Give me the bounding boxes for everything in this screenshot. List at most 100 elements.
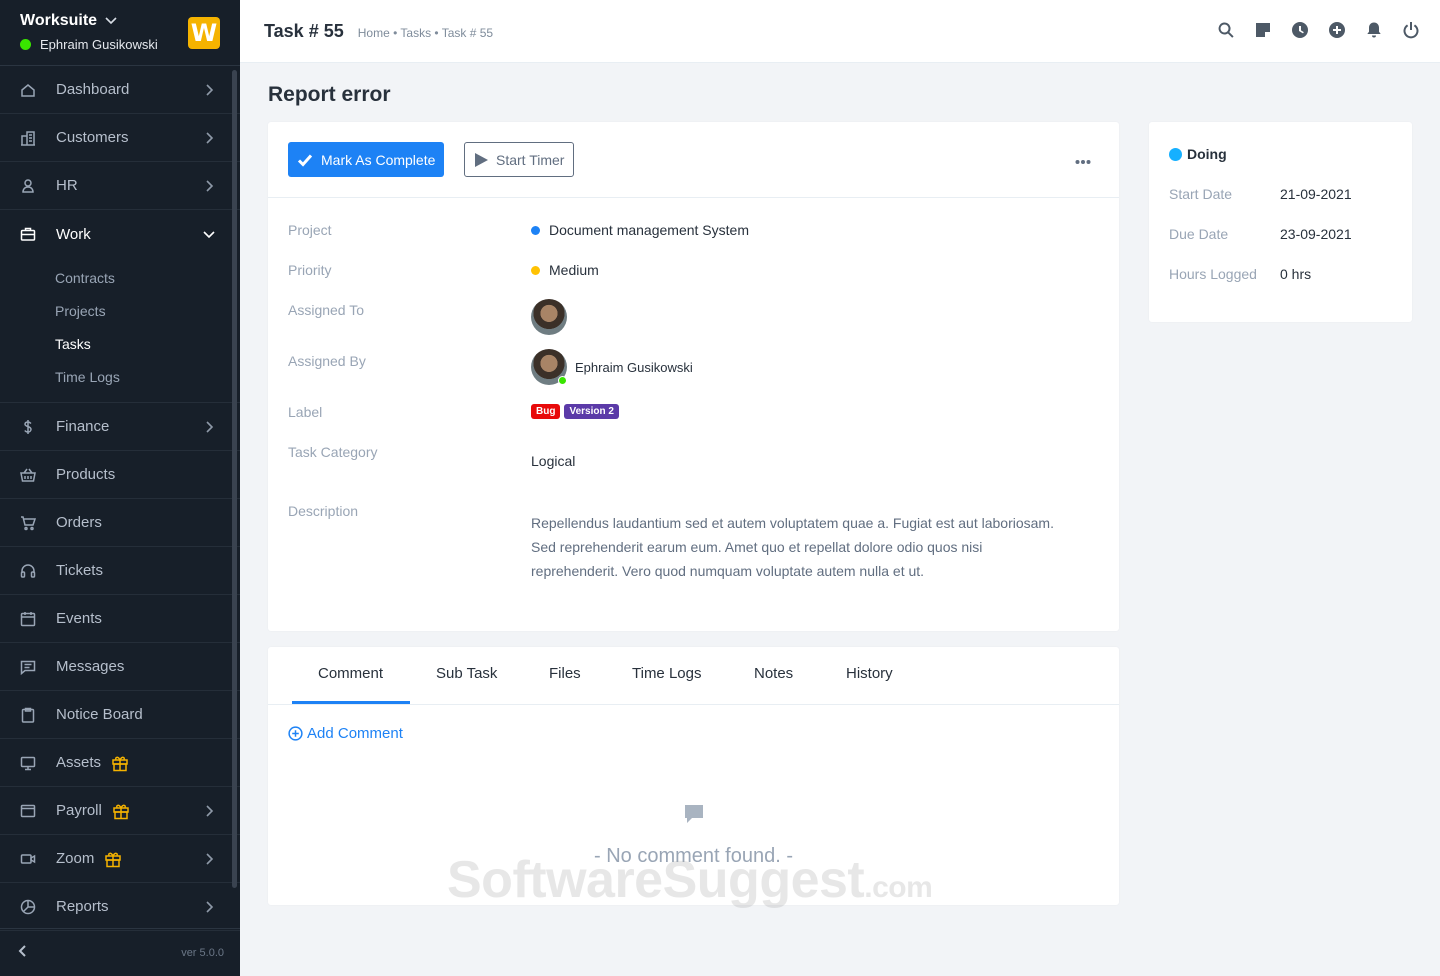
status-color-dot	[1169, 147, 1182, 161]
sidebar-item-label: Assets	[56, 754, 102, 771]
submenu-item-projects[interactable]: Projects	[0, 295, 240, 328]
sidebar-item-finance[interactable]: Finance	[0, 403, 240, 451]
field-value: Medium	[531, 262, 599, 278]
watermark-main: SoftwareSuggest	[447, 851, 865, 909]
sidebar-item-zoom[interactable]: Zoom	[0, 835, 240, 883]
field-label: Task Category	[288, 444, 378, 460]
add-comment-label: Add Comment	[307, 725, 403, 742]
field-label: Assigned To	[288, 302, 365, 318]
sidebar-footer: ver 5.0.0	[0, 928, 240, 976]
collapse-sidebar-icon[interactable]	[16, 944, 30, 961]
clock-icon[interactable]	[1291, 21, 1309, 39]
submenu-item-time-logs[interactable]: Time Logs	[0, 361, 240, 394]
gift-icon	[104, 850, 122, 868]
watermark: SoftwareSuggest.com	[447, 850, 933, 910]
sidebar-item-tickets[interactable]: Tickets	[0, 547, 240, 595]
camera-icon	[20, 851, 36, 867]
sidebar-item-messages[interactable]: Messages	[0, 643, 240, 691]
hours-logged-value: 0 hrs	[1280, 266, 1312, 282]
sidebar-item-products[interactable]: Products	[0, 451, 240, 499]
sidebar-item-payroll[interactable]: Payroll	[0, 787, 240, 835]
due-date-value: 23-09-2021	[1280, 226, 1352, 242]
mark-complete-label: Mark As Complete	[321, 151, 436, 168]
work-submenu: Contracts Projects Tasks Time Logs	[0, 258, 240, 403]
tab-sub-task[interactable]: Sub Task	[436, 665, 497, 682]
house-icon	[20, 82, 36, 98]
hours-logged-label: Hours Logged	[1169, 266, 1257, 282]
task-status-card: Doing Start Date 21-09-2021 Due Date 23-…	[1149, 122, 1412, 322]
project-color-dot	[531, 225, 540, 235]
plus-circle-icon[interactable]	[1328, 21, 1346, 39]
tab-time-logs[interactable]: Time Logs	[632, 665, 701, 682]
sidebar-item-reports[interactable]: Reports	[0, 883, 240, 931]
submenu-item-tasks[interactable]: Tasks	[0, 328, 240, 361]
check-icon	[297, 154, 313, 167]
sidebar-item-assets[interactable]: Assets	[0, 739, 240, 787]
tab-notes[interactable]: Notes	[754, 665, 793, 682]
chevron-right-icon	[202, 131, 216, 145]
field-label: Project	[288, 222, 332, 238]
sidebar-nav-more: Finance Products Orders Tickets Events M…	[0, 403, 240, 931]
task-heading: Report error	[268, 83, 391, 106]
label-badge-version: Version 2	[564, 404, 619, 419]
sidebar-item-hr[interactable]: HR	[0, 162, 240, 210]
sidebar-item-dashboard[interactable]: Dashboard	[0, 66, 240, 114]
sidebar: Worksuite Ephraim Gusikowski W Dashboard…	[0, 0, 240, 976]
sidebar-item-label: Payroll	[56, 802, 102, 819]
top-actions	[1217, 21, 1420, 39]
headset-icon	[20, 563, 36, 579]
chevron-right-icon	[202, 83, 216, 97]
watermark-suffix: .com	[864, 871, 933, 904]
cart-icon	[20, 515, 36, 531]
field-label: Description	[288, 503, 359, 519]
sidebar-item-label: HR	[56, 177, 78, 194]
power-icon[interactable]	[1402, 21, 1420, 39]
briefcase-icon	[20, 226, 36, 242]
calendar-icon	[20, 611, 36, 627]
chat-icon	[20, 659, 36, 675]
sidebar-item-notice-board[interactable]: Notice Board	[0, 691, 240, 739]
project-name: Document management System	[549, 222, 749, 238]
chevron-right-icon	[202, 179, 216, 193]
avatar	[531, 349, 567, 385]
tab-comment[interactable]: Comment	[318, 665, 383, 682]
assigner[interactable]: Ephraim Gusikowski	[531, 349, 693, 385]
sticky-note-icon[interactable]	[1254, 21, 1272, 39]
building-icon	[20, 130, 36, 146]
field-value[interactable]: Document management System	[531, 222, 749, 238]
tab-files[interactable]: Files	[549, 665, 581, 682]
priority-color-dot	[531, 265, 540, 275]
page-title: Task # 55	[264, 20, 344, 41]
start-timer-button[interactable]: Start Timer	[464, 142, 575, 177]
submenu-item-contracts[interactable]: Contracts	[0, 262, 240, 295]
sidebar-item-label: Messages	[56, 658, 125, 675]
piechart-icon	[20, 899, 36, 915]
sidebar-item-orders[interactable]: Orders	[0, 499, 240, 547]
sidebar-header: Worksuite Ephraim Gusikowski W	[0, 0, 240, 66]
sidebar-item-customers[interactable]: Customers	[0, 114, 240, 162]
wallet-icon	[20, 803, 36, 819]
start-date-label: Start Date	[1169, 186, 1233, 202]
field-label: Assigned By	[288, 353, 366, 369]
task-description: Repellendus laudantium sed et autem volu…	[531, 515, 1054, 579]
tab-history[interactable]: History	[846, 665, 893, 682]
start-date-value: 21-09-2021	[1280, 186, 1352, 202]
sidebar-nav: Dashboard Customers HR Work	[0, 66, 240, 258]
sidebar-item-events[interactable]: Events	[0, 595, 240, 643]
status-label: Doing	[1187, 146, 1227, 162]
sidebar-scrollbar[interactable]	[232, 70, 237, 888]
bell-icon[interactable]	[1365, 21, 1383, 39]
chevron-right-icon	[202, 804, 216, 818]
field-label: Priority	[288, 262, 332, 278]
chevron-right-icon	[202, 900, 216, 914]
plus-circle-icon	[288, 726, 303, 741]
search-icon[interactable]	[1217, 21, 1235, 39]
sidebar-item-work[interactable]: Work	[0, 210, 240, 258]
more-options-icon[interactable]	[1075, 152, 1091, 164]
breadcrumb[interactable]: Home • Tasks • Task # 55	[358, 26, 493, 40]
play-icon	[475, 152, 488, 167]
avatar[interactable]	[531, 299, 567, 335]
mark-complete-button[interactable]: Mark As Complete	[288, 142, 445, 177]
add-comment-link[interactable]: Add Comment	[288, 725, 403, 742]
sidebar-item-label: Zoom	[56, 850, 95, 867]
